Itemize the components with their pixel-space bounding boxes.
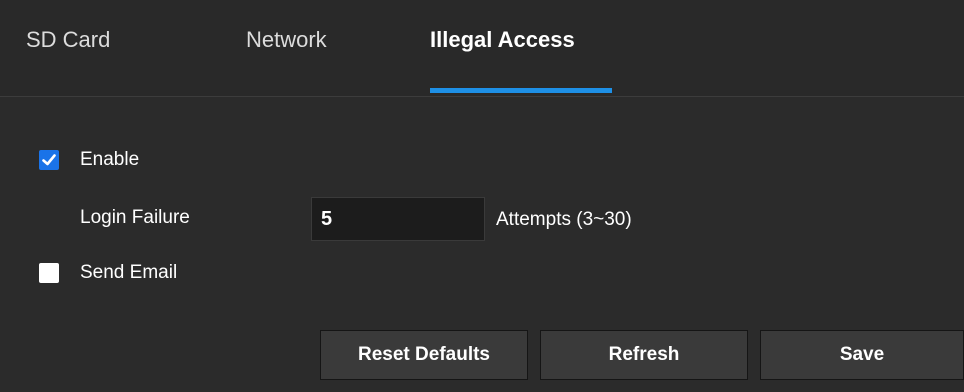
- tab-sd-card[interactable]: SD Card: [26, 0, 110, 96]
- active-tab-indicator: [430, 88, 612, 93]
- enable-label: Enable: [80, 149, 140, 170]
- tab-bar: SD Card Network Illegal Access: [0, 0, 964, 97]
- reset-defaults-button[interactable]: Reset Defaults: [320, 330, 528, 380]
- enable-checkbox[interactable]: [39, 150, 59, 170]
- send-email-label: Send Email: [80, 262, 178, 283]
- login-failure-label: Login Failure: [80, 207, 190, 228]
- login-failure-input[interactable]: [311, 197, 485, 241]
- tab-network[interactable]: Network: [246, 0, 327, 96]
- attempts-range-label: Attempts (3~30): [496, 209, 632, 230]
- illegal-access-page: SD Card Network Illegal Access Enable Lo…: [0, 0, 964, 392]
- checkmark-icon: [42, 154, 56, 166]
- save-button[interactable]: Save: [760, 330, 964, 380]
- tab-illegal-access[interactable]: Illegal Access: [430, 0, 575, 96]
- refresh-button[interactable]: Refresh: [540, 330, 748, 380]
- send-email-checkbox[interactable]: [39, 263, 59, 283]
